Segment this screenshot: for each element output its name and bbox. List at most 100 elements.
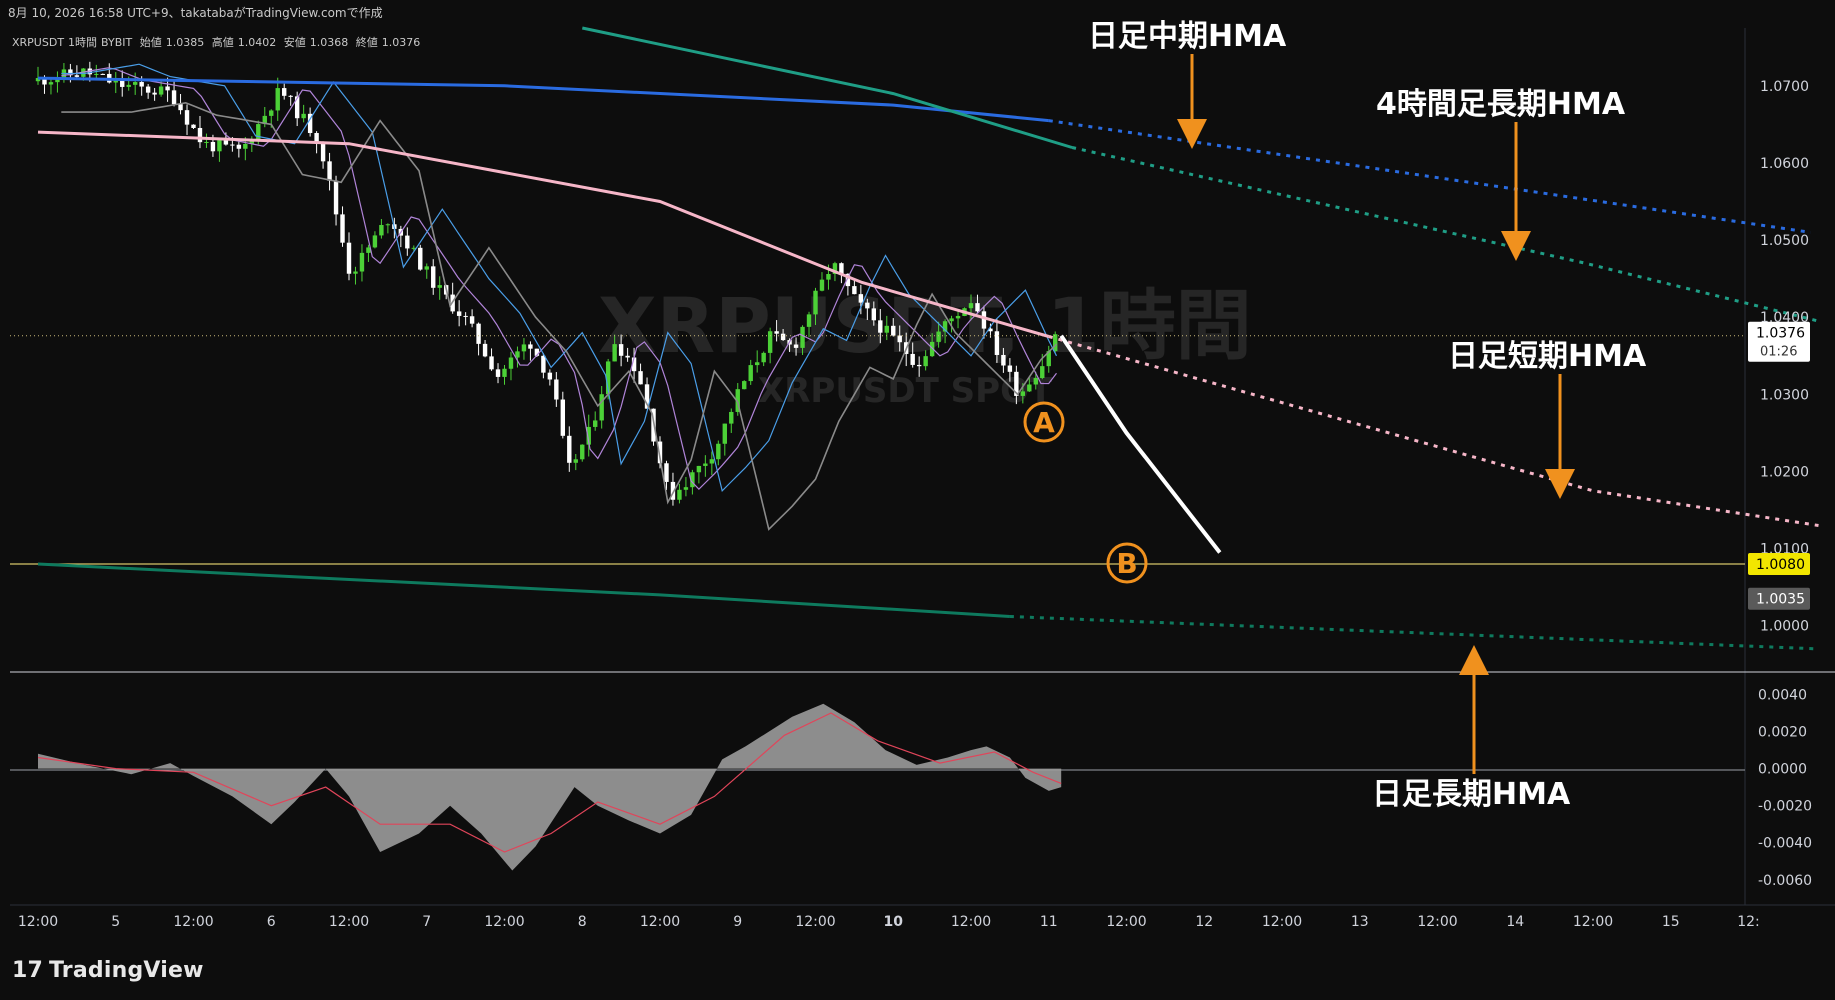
- oscillator-layer: [37, 703, 1062, 871]
- candle-body: [515, 351, 520, 358]
- candle-body: [48, 82, 54, 85]
- time-tick-label: 12:00: [640, 914, 680, 930]
- candle-body: [994, 331, 1000, 355]
- annotation-h4-long-hma: 4時間足長期HMA: [1376, 87, 1626, 122]
- low-price-value: 1.0035: [1756, 592, 1805, 608]
- candle-body: [269, 110, 274, 116]
- candle-body: [282, 88, 287, 96]
- candle-body: [878, 320, 883, 333]
- time-tick-label: 12:00: [1106, 914, 1146, 930]
- candle-body: [722, 423, 727, 444]
- daily-mid-hma-line: [37, 76, 1049, 123]
- time-tick-label: 12:00: [173, 914, 213, 930]
- mid-ma-line: [61, 63, 1058, 492]
- candle-body: [210, 141, 216, 152]
- candle-body: [158, 86, 164, 95]
- price-axis[interactable]: 1.07001.06001.05001.04001.03001.02001.01…: [1748, 79, 1810, 635]
- time-tick-label: 6: [267, 914, 276, 930]
- osc-tick-label: -0.0040: [1758, 836, 1812, 852]
- candle-body: [463, 315, 468, 317]
- candle-body: [742, 381, 747, 390]
- candle-body: [774, 331, 779, 334]
- candle-body: [858, 294, 864, 303]
- time-tick-label: 15: [1662, 914, 1680, 930]
- candle-body: [405, 235, 410, 249]
- h4-long-hma-line: [581, 26, 1073, 149]
- candle-body: [469, 316, 475, 324]
- tradingview-logo[interactable]: 17 TradingView: [12, 958, 204, 983]
- time-tick-label: 12:00: [1417, 914, 1457, 930]
- candle-body: [793, 344, 799, 348]
- candle-body: [1007, 365, 1013, 372]
- time-tick-label: 12: [1195, 914, 1213, 930]
- candle-body: [819, 279, 825, 291]
- time-tick-label: 12:00: [951, 914, 991, 930]
- candle-body: [94, 73, 99, 75]
- candle-body: [936, 331, 941, 342]
- time-tick-label: 7: [422, 914, 431, 930]
- candle-body: [754, 362, 760, 366]
- candle-body: [178, 104, 183, 111]
- candle-body: [346, 242, 352, 274]
- time-tick-label: 12:00: [18, 914, 58, 930]
- candle-body: [132, 82, 138, 85]
- chart-canvas[interactable]: XRPUSDT, 1時間 XRPUSDT SPOT 1.07001.06001.…: [0, 0, 1835, 1000]
- time-tick-label: 12:00: [484, 914, 524, 930]
- candle-body: [385, 224, 391, 226]
- candle-body: [139, 82, 144, 87]
- candle-body: [618, 344, 624, 356]
- time-tick-label: 5: [111, 914, 120, 930]
- candle-body: [495, 369, 501, 377]
- oscillator-axis[interactable]: 0.0040 0.0020 0.0000 -0.0020 -0.0040 -0.0060: [1758, 688, 1812, 889]
- candle-body: [897, 335, 902, 343]
- candle-body: [580, 444, 585, 460]
- candle-body: [340, 214, 345, 243]
- candle-body: [502, 368, 507, 377]
- candle-body: [456, 311, 462, 316]
- candle-body: [573, 459, 578, 463]
- candle-body: [482, 343, 488, 357]
- candle-body: [508, 357, 514, 369]
- annotation-daily-mid-hma: 日足中期HMA: [1088, 19, 1287, 54]
- candle-body: [288, 95, 293, 97]
- time-tick-label: 11: [1040, 914, 1058, 930]
- price-tick-label: 1.0300: [1760, 387, 1809, 403]
- candle-body: [230, 144, 235, 146]
- time-tick-label: 12:00: [1262, 914, 1302, 930]
- candle-body: [1001, 354, 1006, 366]
- candle-body: [1040, 366, 1045, 378]
- candle-body: [852, 286, 857, 295]
- candle-body: [541, 355, 546, 373]
- candle-body: [677, 489, 682, 500]
- candle-body: [243, 143, 248, 149]
- candle-body: [521, 344, 527, 352]
- candle-body: [981, 311, 987, 329]
- support-price-value: 1.0080: [1756, 557, 1805, 573]
- candle-body: [528, 344, 533, 349]
- candle-body: [800, 326, 805, 348]
- point-a-label: A: [1033, 406, 1055, 439]
- candle-body: [949, 318, 954, 322]
- watermark-sub: XRPUSDT SPOT: [758, 371, 1053, 411]
- fast-ma-line: [61, 67, 1057, 491]
- price-tick-label: 1.0700: [1760, 79, 1809, 95]
- candle-body: [165, 86, 170, 91]
- osc-tick-label: 0.0040: [1758, 688, 1807, 704]
- time-tick-label: 12:00: [1573, 914, 1613, 930]
- candle-body: [593, 420, 598, 427]
- daily-long-hma-line: [37, 562, 1010, 618]
- annotation-daily-long-hma: 日足長期HMA: [1372, 777, 1571, 812]
- annotation-daily-short-hma: 日足短期HMA: [1448, 339, 1647, 374]
- candle-body: [74, 75, 80, 77]
- candle-body: [191, 124, 196, 128]
- candle-body: [910, 353, 915, 365]
- time-axis[interactable]: 12:00 5 12:00 6 12:00 7 12:00 8 12:00 9 12:00 10 12:…: [18, 914, 1760, 930]
- candle-body: [806, 314, 812, 327]
- candle-body: [664, 463, 669, 482]
- candle-body: [489, 356, 494, 370]
- candle-body: [100, 73, 105, 75]
- candle-body: [567, 435, 572, 463]
- time-tick-label: 12:00: [329, 914, 369, 930]
- candle-body: [554, 379, 559, 400]
- candle-body: [223, 140, 229, 145]
